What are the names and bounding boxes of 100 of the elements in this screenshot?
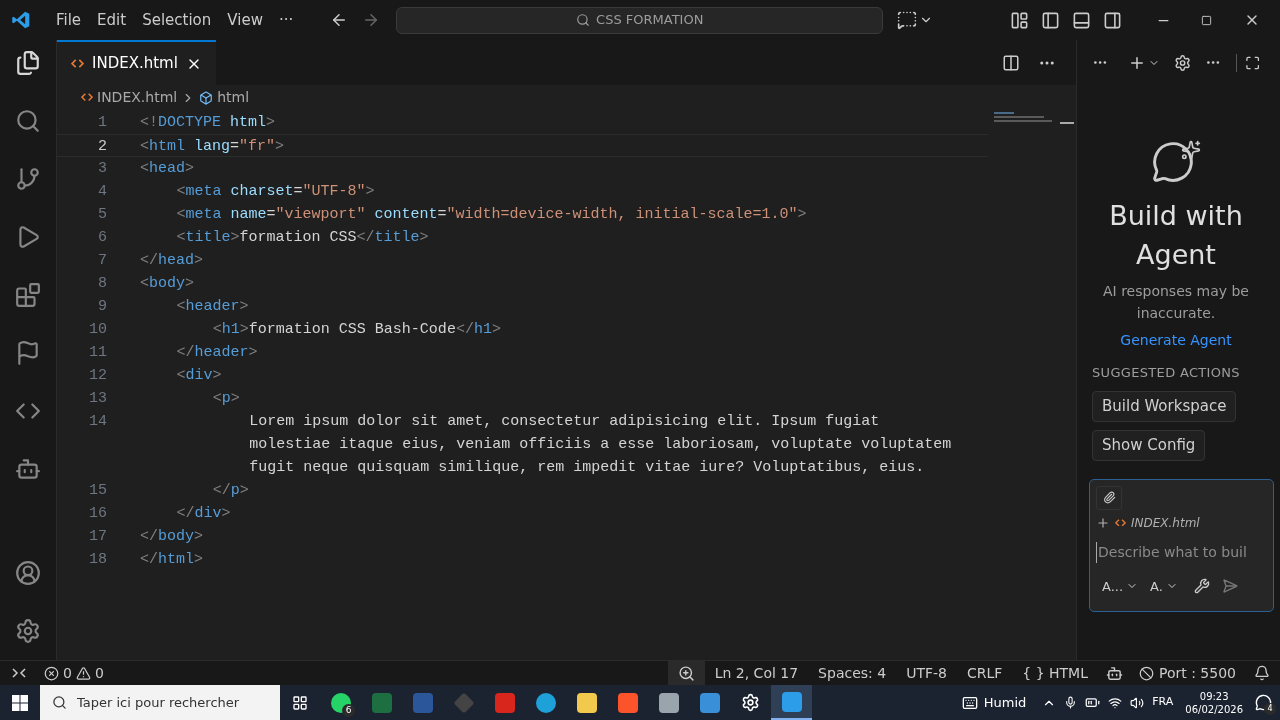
search-icon[interactable]: [15, 108, 41, 134]
line-number: 5: [97, 205, 107, 225]
html-file-icon: [71, 58, 84, 69]
extensions-icon[interactable]: [15, 282, 41, 308]
battery-icon[interactable]: [1085, 695, 1101, 710]
paperclip-icon: [1102, 491, 1116, 504]
code-text: </header>: [176, 343, 258, 363]
status-item[interactable]: UTF-8: [896, 662, 957, 684]
settings-icon[interactable]: [1174, 53, 1192, 72]
microphone-icon[interactable]: [1064, 696, 1078, 709]
flag-icon[interactable]: [15, 340, 41, 366]
section-heading: SUGGESTED ACTIONS: [1092, 364, 1241, 382]
mode-dropdown[interactable]: A...: [1102, 576, 1139, 596]
suggested-action-button[interactable]: Show Config: [1092, 429, 1206, 461]
account-icon[interactable]: [15, 560, 41, 586]
code-text: <body>: [140, 274, 195, 294]
clock[interactable]: 09:23 06/02/2026: [1181, 689, 1247, 716]
status-item[interactable]: Ln 2, Col 17: [704, 662, 809, 684]
code-text: </div>: [176, 504, 231, 524]
scrollbar-marker: [1060, 122, 1074, 124]
warning-icon: [75, 665, 91, 681]
status-item[interactable]: CRLF: [956, 662, 1013, 684]
error-icon: [44, 665, 59, 681]
plus-icon: [1096, 515, 1110, 530]
status-item[interactable]: { } HTML: [1012, 662, 1098, 684]
attach-button[interactable]: [1096, 485, 1122, 510]
panel-toggle-icon[interactable]: [1072, 10, 1091, 30]
volume-icon[interactable]: [1130, 695, 1145, 710]
context-chip[interactable]: INDEX.html: [1096, 513, 1267, 532]
robot-icon[interactable]: [15, 456, 41, 482]
notifications-icon[interactable]: [1254, 665, 1270, 681]
menu-item[interactable]: Edit: [92, 8, 132, 32]
search-icon: [576, 13, 591, 27]
suggested-action-button[interactable]: Build Workspace: [1092, 390, 1237, 422]
menu-item[interactable]: View: [222, 8, 268, 32]
line-number: 8: [97, 274, 107, 294]
breadcrumb-item[interactable]: INDEX.html: [97, 87, 178, 108]
weather-widget[interactable]: Humid: [961, 692, 1027, 713]
code-text: </body>: [140, 527, 204, 547]
live-server-port[interactable]: Port : 5500: [1131, 662, 1244, 684]
minimap: [994, 112, 1052, 122]
breadcrumb-item[interactable]: html: [217, 87, 250, 108]
panel-title: Build with Agent: [1108, 199, 1244, 272]
editor-tab[interactable]: INDEX.html: [57, 40, 216, 85]
windows-logo-icon[interactable]: [12, 694, 28, 711]
prohibited-icon: [1139, 665, 1154, 681]
split-editor-icon[interactable]: [1002, 53, 1020, 72]
restore-icon[interactable]: [1201, 14, 1212, 26]
line-number: 6: [97, 228, 107, 248]
settings-icon[interactable]: [15, 618, 41, 644]
code-text: </p>: [212, 481, 249, 501]
code-text: <header>: [176, 297, 249, 317]
problems-indicator[interactable]: 0 0: [44, 662, 104, 684]
notification-badge: 6: [342, 704, 355, 717]
menu-item[interactable]: Selection: [137, 8, 217, 32]
maximize-icon[interactable]: [1244, 54, 1260, 71]
model-dropdown[interactable]: A.: [1150, 576, 1178, 596]
files-icon[interactable]: [15, 50, 41, 76]
remote-icon[interactable]: [12, 666, 26, 680]
copilot-icon[interactable]: [1106, 664, 1123, 682]
line-number: 1: [97, 113, 107, 133]
taskbar-search-field[interactable]: Taper ici pour rechercher: [40, 685, 280, 720]
code-text: <meta name="viewport" content="width=device-width, initial-scale=1.0">: [176, 205, 807, 225]
input-language[interactable]: FRA: [1152, 694, 1174, 711]
html-file-icon: [1115, 518, 1126, 527]
secondary-sidebar-icon[interactable]: [1103, 10, 1122, 30]
code-text: <meta charset="UTF-8">: [176, 182, 375, 202]
disclaimer-text: AI responses may be inaccurate.: [1102, 282, 1250, 323]
chat-sparkle-icon: [897, 10, 918, 30]
send-icon[interactable]: [1221, 578, 1238, 595]
generate-instructions-link[interactable]: Generate Agent: [1120, 330, 1232, 351]
zoom-button[interactable]: [667, 661, 705, 685]
line-number: 17: [88, 527, 107, 547]
status-item[interactable]: Spaces: 4: [808, 662, 897, 684]
html-file-icon: [81, 93, 93, 102]
code-text: <!DOCTYPE html>: [140, 113, 276, 133]
code-text: fugit neque quisquam similique, rem impedit vitae iure? Voluptatibus, eius.: [249, 458, 925, 478]
menu-item[interactable]: ···: [273, 8, 299, 32]
chat-input-box[interactable]: INDEX.html Describe what to buil A... A.: [1089, 478, 1274, 612]
layout-icon[interactable]: [1010, 10, 1029, 30]
source-control-icon[interactable]: [15, 166, 41, 192]
menu-item[interactable]: File: [51, 8, 87, 32]
wifi-icon[interactable]: [1108, 695, 1123, 710]
code-text: <p>: [212, 389, 240, 409]
primary-sidebar-icon[interactable]: [1041, 10, 1060, 30]
line-number: 14: [88, 412, 107, 432]
command-search-field[interactable]: CSS FORMATION: [396, 6, 884, 34]
chat-input-field[interactable]: Describe what to buil: [1096, 541, 1267, 563]
task-view-icon[interactable]: [292, 694, 308, 711]
search-icon: [52, 695, 67, 710]
line-number: 10: [88, 320, 107, 340]
code-editor-app-icon[interactable]: [771, 685, 812, 720]
chat-sparkle-icon: [1151, 140, 1201, 184]
notification-count: 4: [1264, 703, 1276, 715]
code-text: <h1>formation CSS Bash-Code</h1>: [212, 320, 501, 340]
line-number: 7: [97, 251, 107, 271]
line-number: 15: [88, 481, 107, 501]
tools-icon[interactable]: [1193, 578, 1210, 595]
code-text: </html>: [140, 550, 204, 570]
line-number: 16: [88, 504, 107, 524]
